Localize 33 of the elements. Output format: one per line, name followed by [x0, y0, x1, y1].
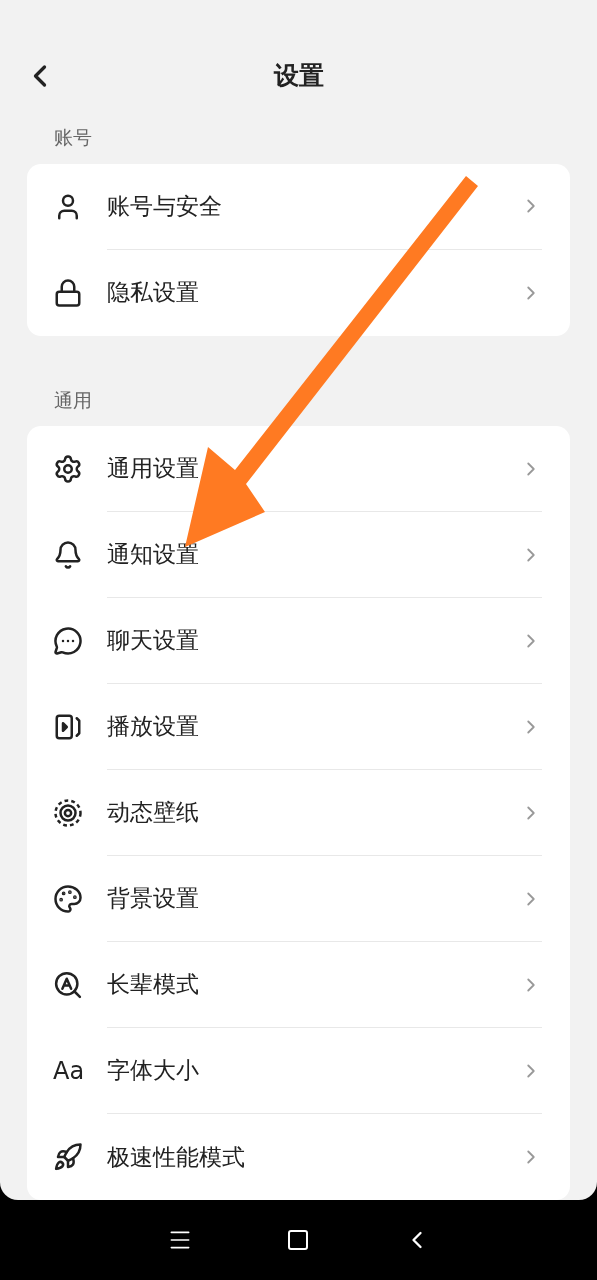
- chat-bubble-icon: [53, 626, 83, 656]
- search-letter-icon: [53, 970, 83, 1000]
- settings-item[interactable]: 背景设置: [27, 856, 570, 942]
- settings-item[interactable]: 聊天设置: [27, 598, 570, 684]
- rocket-icon: [53, 1142, 83, 1172]
- section-label: 通用: [53, 387, 93, 413]
- item-label: 通知设置: [107, 540, 200, 570]
- target-icon: [53, 798, 83, 828]
- bell-icon: [53, 540, 83, 570]
- settings-icon: [53, 454, 83, 484]
- page-title: 设置: [273, 60, 324, 92]
- item-label: 聊天设置: [107, 626, 200, 656]
- settings-item[interactable]: Aa 字体大小: [27, 1028, 570, 1114]
- lock-icon: [53, 277, 83, 308]
- item-label: 长辈模式: [107, 970, 200, 1000]
- palette-icon: [53, 884, 83, 914]
- item-label: 极速性能模式: [107, 1142, 246, 1172]
- item-label: 播放设置: [107, 712, 200, 742]
- item-label: 动态壁纸: [107, 798, 200, 828]
- item-label: 字体大小: [107, 1056, 200, 1086]
- settings-item[interactable]: 播放设置: [27, 684, 570, 770]
- settings-item[interactable]: 隐私设置: [27, 249, 570, 336]
- section-label: 账号: [53, 125, 93, 150]
- item-label: 隐私设置: [107, 278, 200, 308]
- settings-item[interactable]: 极速性能模式: [27, 1114, 570, 1200]
- play-icon: [53, 712, 83, 742]
- item-label: 通用设置: [107, 454, 200, 484]
- item-label: 背景设置: [107, 884, 200, 914]
- item-label: 账号与安全: [107, 191, 223, 221]
- settings-item[interactable]: 动态壁纸: [27, 770, 570, 856]
- home-icon[interactable]: [285, 1228, 310, 1252]
- font-size-glyph: Aa: [53, 1056, 85, 1087]
- settings-item[interactable]: 长辈模式: [27, 942, 570, 1028]
